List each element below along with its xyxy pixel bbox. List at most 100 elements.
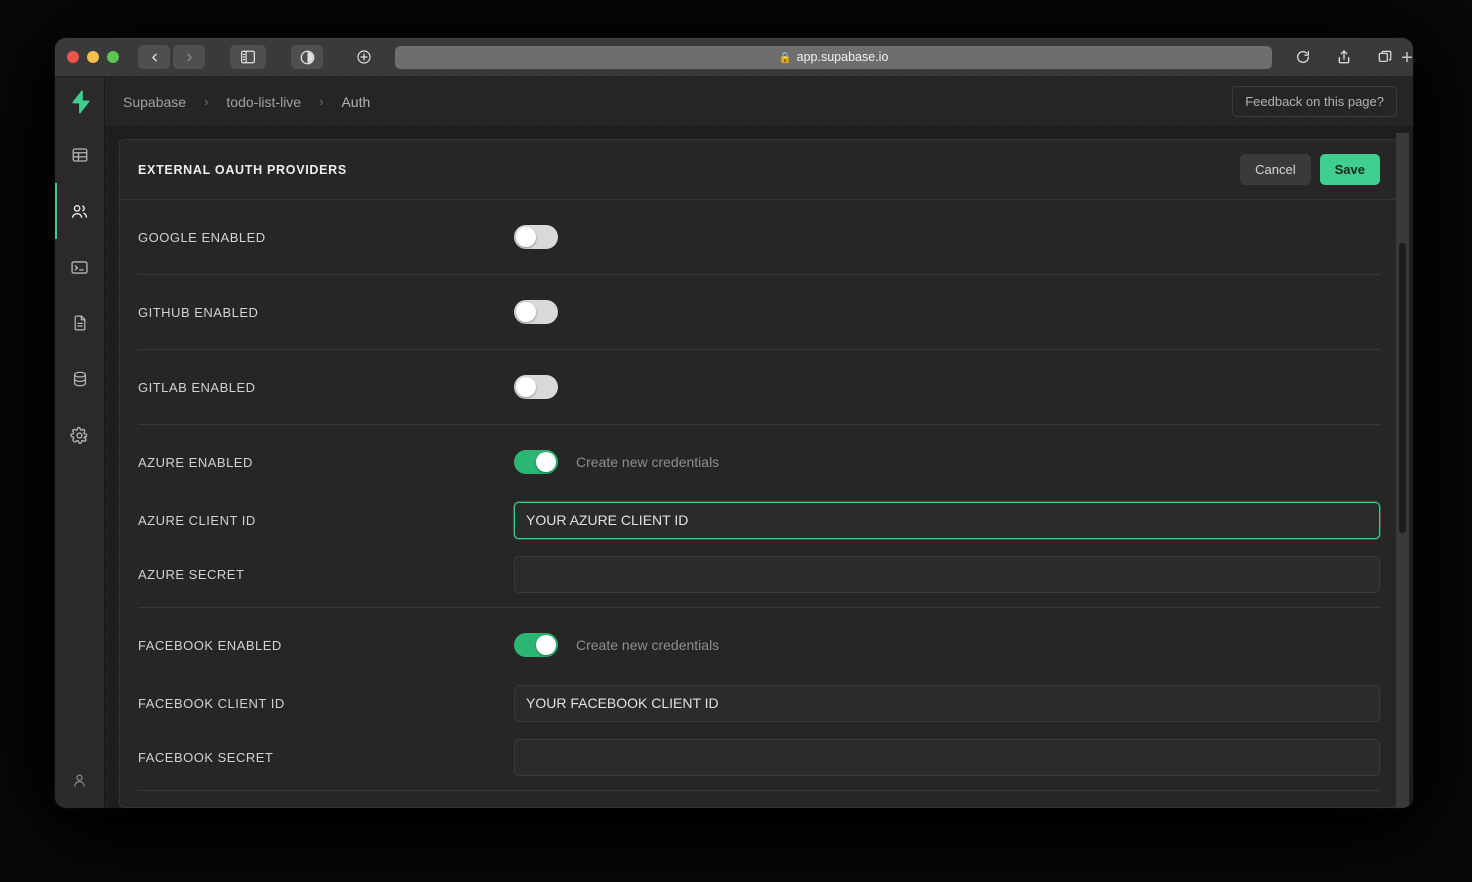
row-github-enabled: GITHUB ENABLED [138,281,1380,343]
reload-icon[interactable] [1287,45,1319,69]
page-title: EXTERNAL OAUTH PROVIDERS [138,163,347,177]
provider-group-facebook: FACEBOOK ENABLED Create new credentials … [138,607,1380,790]
row-facebook-client-id: FACEBOOK CLIENT ID [138,676,1380,730]
content-scrollbar[interactable] [1396,133,1409,808]
share-icon[interactable] [1328,45,1360,69]
sidebar-item-docs[interactable] [55,295,104,351]
control-github-enabled [514,300,1380,324]
row-facebook-secret: FACEBOOK SECRET [138,730,1380,784]
label-facebook-secret: FACEBOOK SECRET [138,750,514,765]
provider-group-google: GOOGLE ENABLED [138,200,1380,274]
toggle-knob [516,377,536,397]
toggle-knob [536,635,556,655]
label-azure-client-id: AZURE CLIENT ID [138,513,514,528]
address-bar[interactable]: 🔒 app.supabase.io [395,46,1272,69]
users-icon [70,202,89,221]
label-azure-secret: AZURE SECRET [138,567,514,582]
browser-titlebar: 🔒 app.supabase.io [55,38,1413,77]
main-area: Supabase › todo-list-live › Auth Feedbac… [105,77,1413,808]
control-azure-client-id [514,502,1380,539]
row-azure-secret: AZURE SECRET [138,547,1380,601]
sidebar-item-sql-editor[interactable] [55,239,104,295]
panel-header: EXTERNAL OAUTH PROVIDERS Cancel Save [120,140,1398,200]
window-controls[interactable] [67,51,119,63]
row-gitlab-enabled: GITLAB ENABLED [138,356,1380,418]
back-chevron-icon[interactable] [138,45,170,69]
cancel-button[interactable]: Cancel [1240,154,1310,185]
facebook-secret-input[interactable] [514,739,1380,776]
breadcrumb-bar: Supabase › todo-list-live › Auth Feedbac… [105,77,1413,127]
azure-client-id-input[interactable] [514,502,1380,539]
label-google-enabled: GOOGLE ENABLED [138,230,514,245]
gear-icon [70,426,89,445]
sidebar-item-auth[interactable] [55,183,104,239]
toggle-google-enabled[interactable] [514,225,558,249]
left-sidebar [55,77,105,808]
breadcrumb-project[interactable]: todo-list-live [226,94,301,110]
lock-icon: 🔒 [779,51,792,64]
screen: 🔒 app.supabase.io [0,0,1472,882]
breadcrumb-separator-2: › [319,94,323,109]
control-facebook-enabled: Create new credentials [514,633,1380,657]
feedback-button[interactable]: Feedback on this page? [1232,86,1397,117]
label-azure-enabled: AZURE ENABLED [138,455,514,470]
label-facebook-enabled: FACEBOOK ENABLED [138,638,514,653]
control-google-enabled [514,225,1380,249]
control-facebook-secret [514,739,1380,776]
content-scrollbar-thumb[interactable] [1399,243,1406,533]
sidebar-item-settings[interactable] [55,407,104,463]
sidebar-item-account[interactable] [55,752,104,808]
minimize-window-button[interactable] [87,51,99,63]
supabase-app: Supabase › todo-list-live › Auth Feedbac… [55,77,1413,808]
facebook-credentials-hint: Create new credentials [576,637,719,653]
sidebar-item-table-editor[interactable] [55,127,104,183]
provider-group-bitbucket: BITBUCKET ENABLED [138,790,1380,807]
provider-group-github: GITHUB ENABLED [138,274,1380,349]
row-azure-enabled: AZURE ENABLED Create new credentials [138,431,1380,493]
label-facebook-client-id: FACEBOOK CLIENT ID [138,696,514,711]
forward-chevron-icon[interactable] [173,45,205,69]
breadcrumb-org[interactable]: Supabase [123,94,186,110]
database-icon [71,370,89,388]
toggle-knob [516,302,536,322]
close-window-button[interactable] [67,51,79,63]
toggle-gitlab-enabled[interactable] [514,375,558,399]
zoom-icon[interactable] [348,45,380,69]
maximize-window-button[interactable] [107,51,119,63]
row-google-enabled: GOOGLE ENABLED [138,206,1380,268]
row-azure-client-id: AZURE CLIENT ID [138,493,1380,547]
facebook-client-id-input[interactable] [514,685,1380,722]
toggle-github-enabled[interactable] [514,300,558,324]
table-icon [71,146,89,164]
breadcrumb: Supabase › todo-list-live › Auth [123,94,370,110]
toggle-facebook-enabled[interactable] [514,633,558,657]
oauth-providers-panel: EXTERNAL OAUTH PROVIDERS Cancel Save GOO… [119,139,1399,808]
provider-group-azure: AZURE ENABLED Create new credentials AZU… [138,424,1380,607]
panel-body: GOOGLE ENABLED GITHUB ENABLED [120,200,1398,807]
supabase-logo-icon[interactable] [55,77,104,127]
control-gitlab-enabled [514,375,1380,399]
control-azure-secret [514,556,1380,593]
row-bitbucket-enabled: BITBUCKET ENABLED [138,797,1380,807]
control-azure-enabled: Create new credentials [514,450,1380,474]
topbar-actions: Feedback on this page? [1232,86,1397,117]
new-tab-button[interactable]: + [1395,46,1419,70]
save-button[interactable]: Save [1320,154,1380,185]
label-gitlab-enabled: GITLAB ENABLED [138,380,514,395]
azure-secret-input[interactable] [514,556,1380,593]
sidebar-item-database[interactable] [55,351,104,407]
content-area: EXTERNAL OAUTH PROVIDERS Cancel Save GOO… [105,127,1413,808]
toggle-azure-enabled[interactable] [514,450,558,474]
row-facebook-enabled: FACEBOOK ENABLED Create new credentials [138,614,1380,676]
url-text: app.supabase.io [797,50,889,64]
azure-credentials-hint: Create new credentials [576,454,719,470]
label-github-enabled: GITHUB ENABLED [138,305,514,320]
navigation-buttons[interactable] [138,45,205,69]
sidebar-toggle-icon[interactable] [230,45,266,69]
panel-actions: Cancel Save [1240,154,1380,185]
provider-group-gitlab: GITLAB ENABLED [138,349,1380,424]
breadcrumb-section[interactable]: Auth [341,94,370,110]
breadcrumb-separator-1: › [204,94,208,109]
browser-window: 🔒 app.supabase.io [55,38,1413,808]
reader-view-icon[interactable] [291,45,323,69]
